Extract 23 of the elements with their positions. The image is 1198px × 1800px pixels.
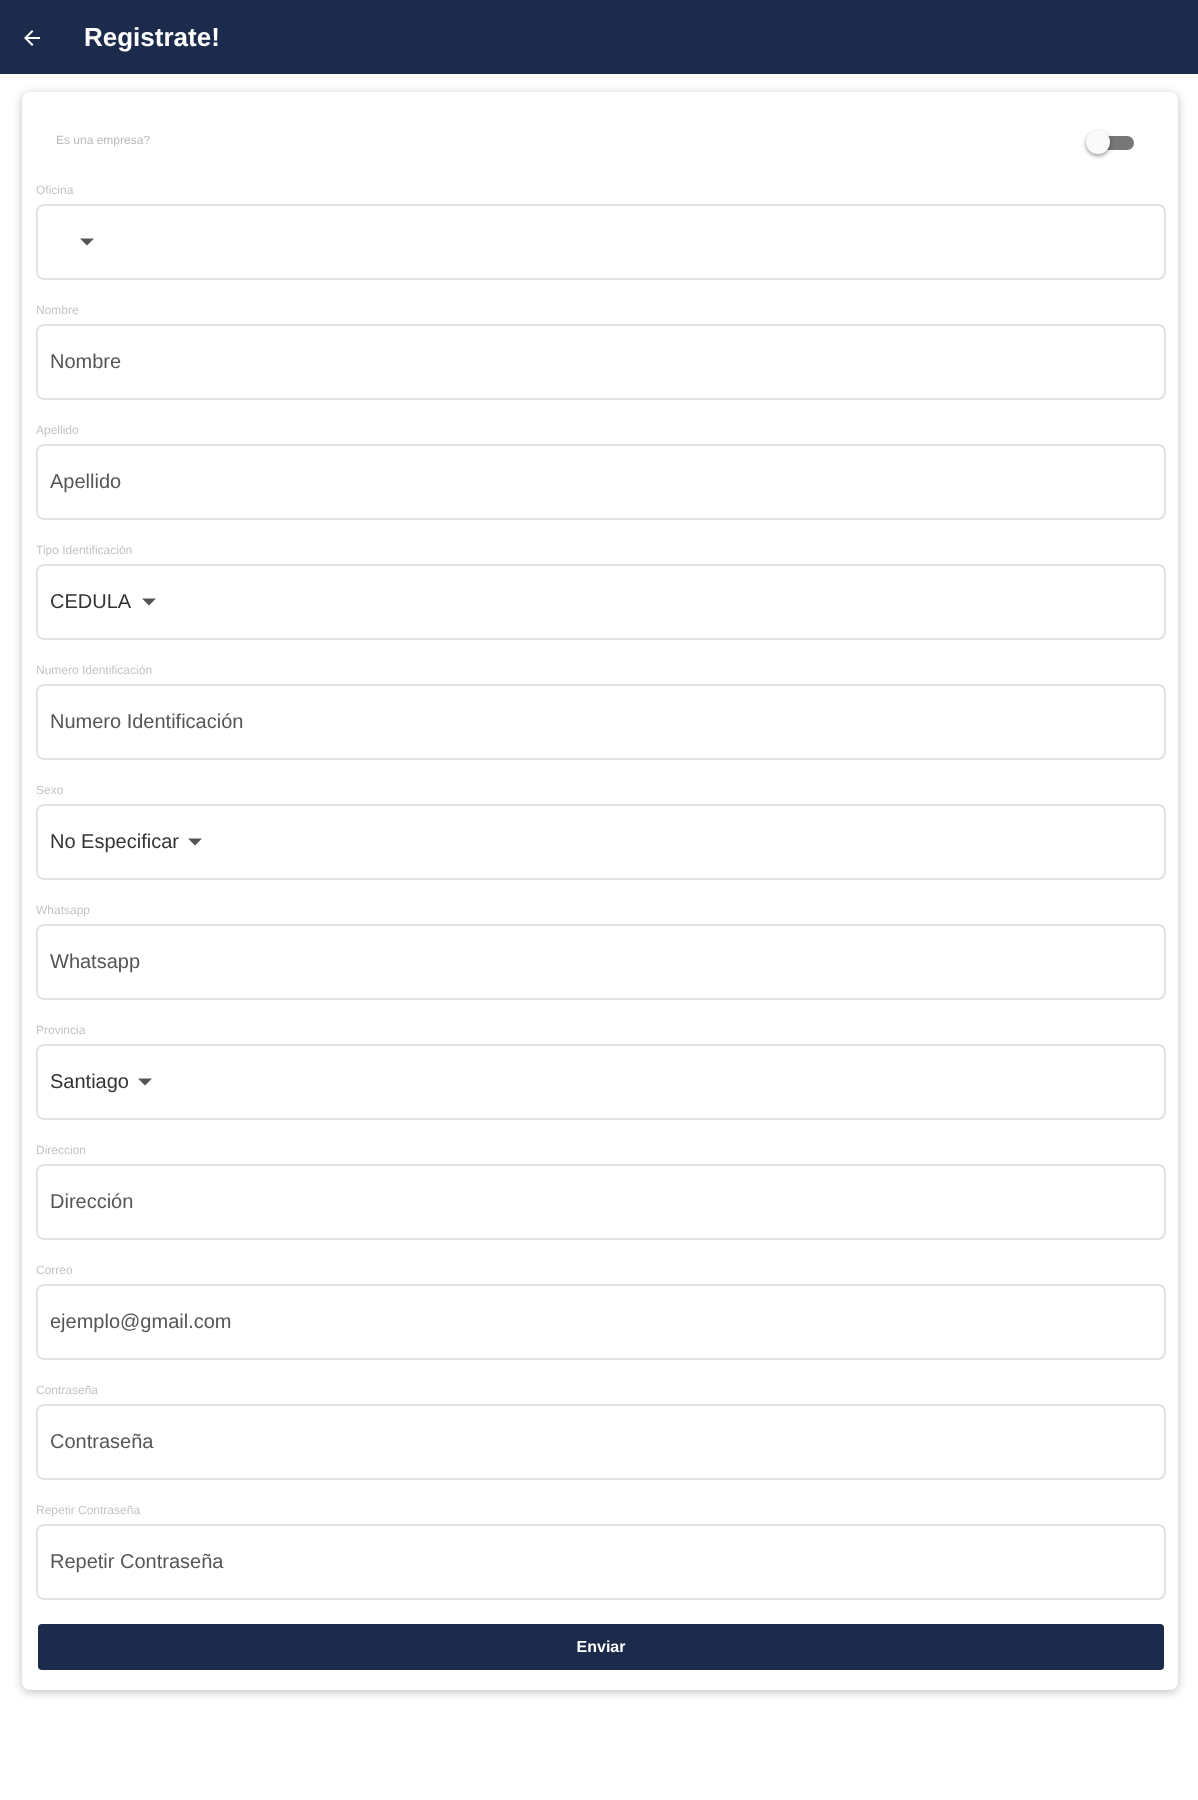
dropdown-value: CEDULA — [50, 591, 132, 613]
dropdown-value: Santiago — [50, 1071, 129, 1093]
dropdown-field[interactable]: Santiago — [36, 1044, 1166, 1120]
app-bar-title: Registrate! — [84, 22, 220, 52]
caret-icon — [80, 238, 94, 246]
caret-icon — [138, 1078, 153, 1086]
input-field[interactable]: Whatsapp — [36, 924, 1166, 1000]
dropdown-field[interactable] — [36, 204, 1166, 280]
dropdown-value: No Especificar — [50, 831, 179, 853]
input-field[interactable]: Contraseña — [36, 1404, 1166, 1480]
dropdown-field[interactable]: CEDULA — [36, 564, 1166, 640]
input-field[interactable]: Apellido — [36, 444, 1166, 520]
input-field[interactable]: Numero Identificación — [36, 684, 1166, 760]
input-field[interactable]: Repetir Contraseña — [36, 1524, 1166, 1600]
caret-icon — [188, 838, 203, 846]
input-field[interactable]: Nombre — [36, 324, 1166, 400]
back-arrow-icon — [20, 25, 44, 49]
dropdown-field[interactable]: No Especificar — [36, 804, 1166, 880]
submit-button[interactable]: Enviar — [38, 1624, 1164, 1670]
input-field[interactable]: ejemplo@gmail.com — [36, 1284, 1166, 1360]
caret-icon — [141, 598, 156, 606]
company-switch[interactable] — [1086, 128, 1138, 156]
input-field[interactable]: Dirección — [36, 1164, 1166, 1240]
